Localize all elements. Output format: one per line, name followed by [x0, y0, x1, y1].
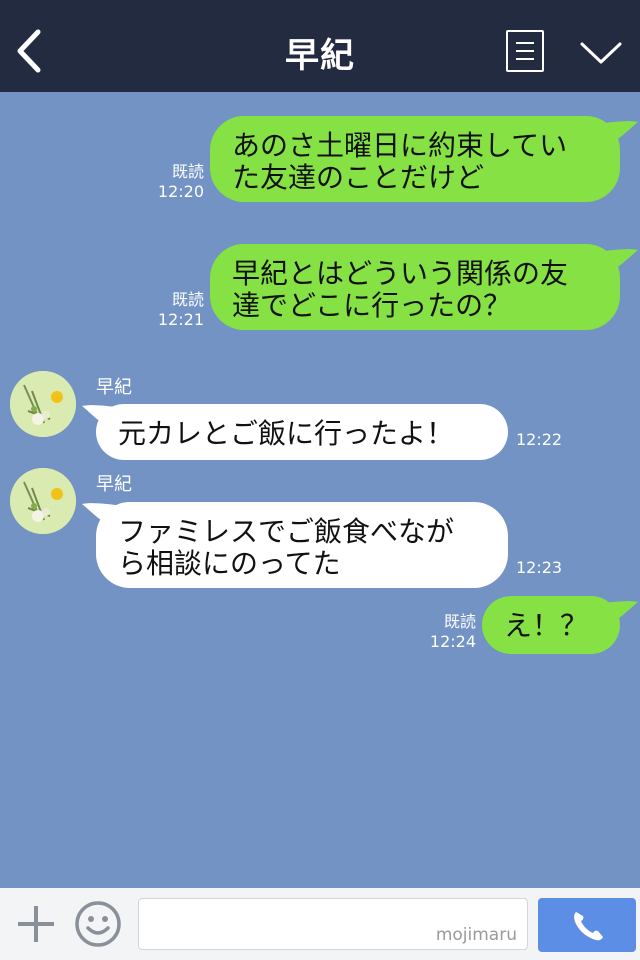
- message-meta: 既読 12:21: [152, 290, 204, 330]
- message-bubble-sent[interactable]: え！？: [482, 596, 620, 654]
- add-attachment-button[interactable]: [14, 902, 58, 946]
- chat-header: 早紀: [0, 0, 640, 92]
- message-bubble-received[interactable]: ファミレスでご飯食べなが ら相談にのってた: [96, 502, 508, 588]
- message-input[interactable]: mojimaru: [138, 898, 528, 950]
- timestamp: 12:20: [157, 182, 204, 201]
- message-meta: 既読 12:20: [152, 162, 204, 202]
- collapse-button[interactable]: [578, 38, 624, 68]
- avatar[interactable]: [10, 371, 76, 437]
- smiley-icon: [75, 901, 121, 947]
- watermark-text: mojimaru: [435, 925, 517, 945]
- chevron-down-icon: [580, 42, 622, 64]
- flower-avatar-image: [10, 371, 76, 437]
- menu-button[interactable]: [506, 30, 544, 72]
- message-meta: 既読 12:24: [424, 612, 476, 652]
- sender-name: 早紀: [96, 377, 132, 398]
- read-receipt: 既読: [443, 612, 476, 631]
- flower-avatar-image: [10, 468, 76, 534]
- message-bubble-sent[interactable]: 早紀とはどういう関係の友 達でどこに行ったの？: [210, 244, 620, 330]
- timestamp: 12:24: [429, 632, 476, 651]
- read-receipt: 既読: [171, 162, 204, 181]
- plus-icon: [18, 906, 54, 942]
- timestamp: 12:22: [516, 430, 563, 449]
- sender-name: 早紀: [96, 474, 132, 495]
- call-button[interactable]: [538, 898, 636, 952]
- phone-icon: [574, 912, 603, 941]
- message-bubble-sent[interactable]: あのさ土曜日に約束してい た友達のことだけど: [210, 116, 620, 202]
- timestamp: 12:21: [157, 310, 204, 329]
- avatar[interactable]: [10, 468, 76, 534]
- read-receipt: 既読: [171, 290, 204, 309]
- message-bubble-received[interactable]: 元カレとご飯に行ったよ！: [96, 404, 508, 460]
- chat-title: 早紀: [285, 36, 355, 76]
- timestamp: 12:23: [516, 558, 563, 577]
- emoji-button[interactable]: [74, 900, 122, 948]
- chat-area[interactable]: 既読 12:20 あのさ土曜日に約束してい た友達のことだけど 既読 12:21…: [0, 92, 640, 888]
